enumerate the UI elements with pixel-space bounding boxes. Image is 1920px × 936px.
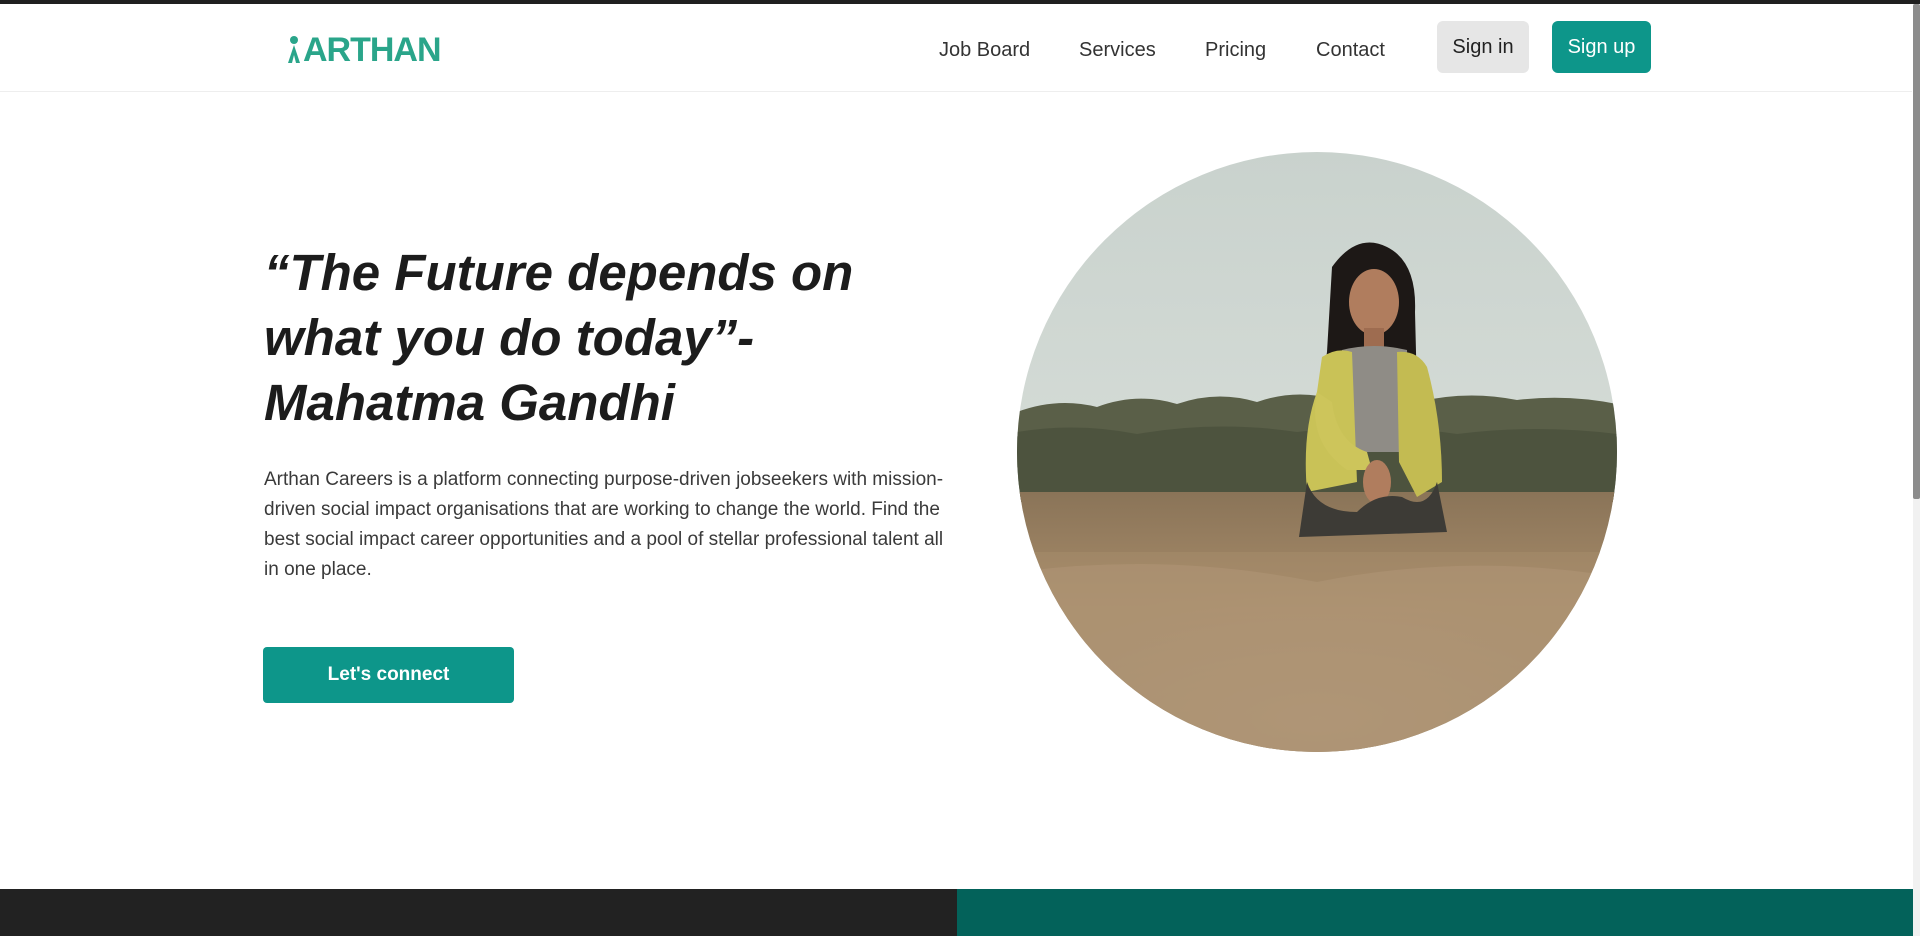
scrollbar-thumb[interactable] [1913, 4, 1920, 499]
hero-quote: “The Future depends on what you do today… [264, 244, 854, 431]
nav-link-job-board[interactable]: Job Board [939, 30, 1030, 70]
nav-link-contact[interactable]: Contact [1316, 30, 1385, 70]
sign-in-button[interactable]: Sign in [1437, 21, 1529, 73]
navbar: ARTHAN Job Board Services Pricing Contac… [0, 4, 1912, 92]
footer-dark-band [0, 889, 957, 936]
hero-photo [1017, 152, 1617, 752]
footer-teal-band [957, 889, 1913, 936]
hero-description: Arthan Careers is a platform connecting … [264, 469, 944, 580]
nav-link-services[interactable]: Services [1079, 30, 1156, 70]
lets-connect-button[interactable]: Let's connect [263, 647, 514, 703]
sign-up-button[interactable]: Sign up [1552, 21, 1651, 73]
nav-link-pricing[interactable]: Pricing [1205, 30, 1266, 70]
woman-in-field-photo-icon [1017, 152, 1617, 752]
